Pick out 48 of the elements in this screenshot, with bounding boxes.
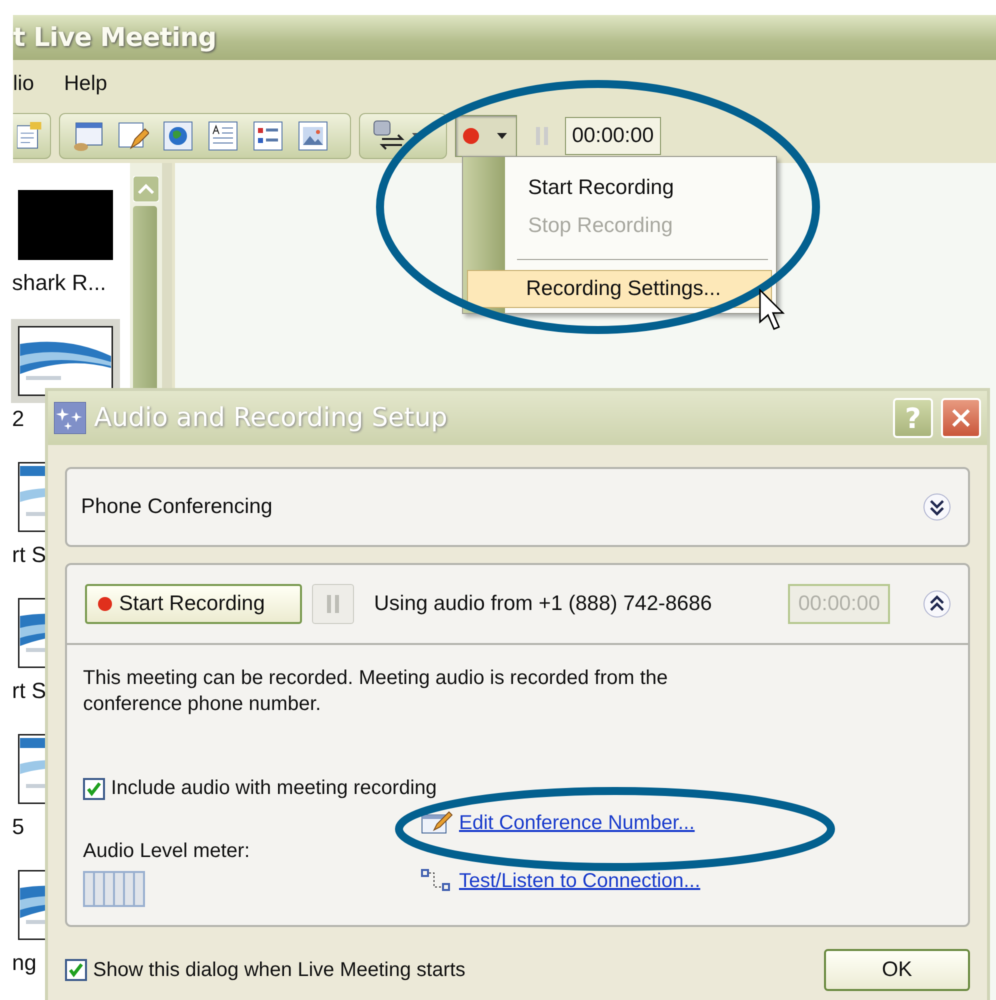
check-icon (85, 780, 103, 798)
collapse-icon[interactable] (922, 589, 952, 619)
window-icon[interactable] (72, 120, 104, 152)
record-dot-icon (97, 596, 113, 612)
list-icon[interactable] (252, 120, 284, 152)
menu-item[interactable]: Help (64, 72, 118, 96)
globe-icon[interactable] (162, 120, 194, 152)
menu-item[interactable]: Start Recording (469, 169, 776, 207)
pencil-icon (421, 810, 453, 836)
slide-label: rt S (12, 542, 46, 568)
image-icon[interactable] (297, 120, 329, 152)
sparkle-icon (54, 402, 86, 434)
timer-field: 00:00:00 (788, 584, 890, 624)
meter-label: Audio Level meter: (83, 840, 251, 863)
menu-item[interactable]: lio (13, 72, 44, 96)
slide-thumbnail[interactable] (15, 731, 45, 807)
timer-field: 00:00:00 (565, 116, 661, 154)
check-icon (67, 961, 85, 979)
slide-label: shark R... (12, 270, 106, 296)
slide-label: rt S (12, 678, 46, 704)
audio-source-text: Using audio from +1 (888) 742-8686 (374, 592, 713, 616)
connection-icon (421, 868, 453, 894)
pencil-icon[interactable] (117, 120, 149, 152)
audio-level-meter (83, 871, 145, 907)
slide-label: 5 (12, 814, 24, 840)
swap-icon[interactable] (372, 118, 406, 152)
ok-button[interactable]: OK (824, 949, 970, 991)
window-title: t Live Meeting (13, 22, 216, 52)
slide-label: 2 (12, 406, 24, 432)
panel-title: Phone Conferencing (81, 495, 272, 519)
start-recording-button[interactable]: Start Recording (85, 584, 302, 624)
expand-icon[interactable] (922, 492, 952, 522)
link[interactable]: Test/Listen to Connection... (459, 870, 700, 892)
slide-thumbnail[interactable] (15, 867, 45, 943)
record-button[interactable] (455, 114, 517, 156)
include-audio-checkbox[interactable]: Include audio with meeting recording (83, 777, 437, 800)
slide-thumbnail[interactable] (15, 595, 45, 671)
close-button[interactable] (941, 398, 981, 438)
dialog-title: Audio and Recording Setup (94, 403, 448, 433)
show-dialog-checkbox[interactable]: Show this dialog when Live Meeting starts (65, 958, 466, 982)
link[interactable]: Edit Conference Number... (459, 812, 695, 834)
text-icon[interactable] (207, 120, 239, 152)
close-icon (950, 407, 972, 429)
slide-thumbnail[interactable] (15, 459, 45, 535)
pause-icon (326, 594, 340, 614)
description-text: This meeting can be recorded. Meeting audio is recorded from the conference phone number. (83, 666, 669, 717)
slide-label: ng (12, 950, 36, 976)
menu-item[interactable]: Recording Settings... (467, 270, 772, 308)
